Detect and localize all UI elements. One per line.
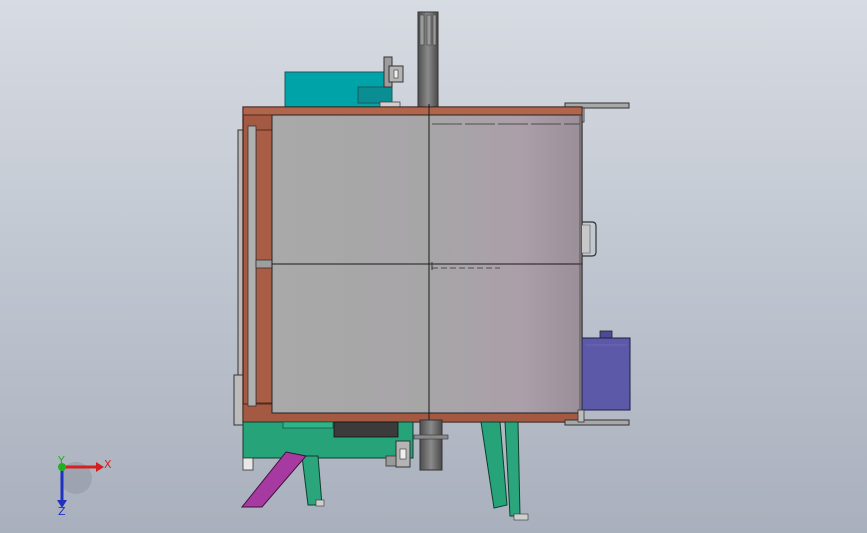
cad-viewport[interactable]: X Y Z (0, 0, 867, 533)
outlet-pipe (413, 419, 449, 471)
drive-motor (581, 330, 631, 411)
z-axis-label: Z (58, 505, 66, 518)
drum-body (271, 104, 583, 425)
cad-model-view[interactable]: X Y Z (0, 0, 867, 533)
control-box (284, 56, 404, 109)
side-handle (582, 221, 597, 257)
right-legs (480, 421, 529, 521)
exhaust-pipe (417, 11, 439, 108)
x-axis-label: X (104, 458, 112, 471)
axis-triad[interactable]: X Y Z (57, 454, 112, 518)
y-axis-label: Y (57, 454, 65, 467)
